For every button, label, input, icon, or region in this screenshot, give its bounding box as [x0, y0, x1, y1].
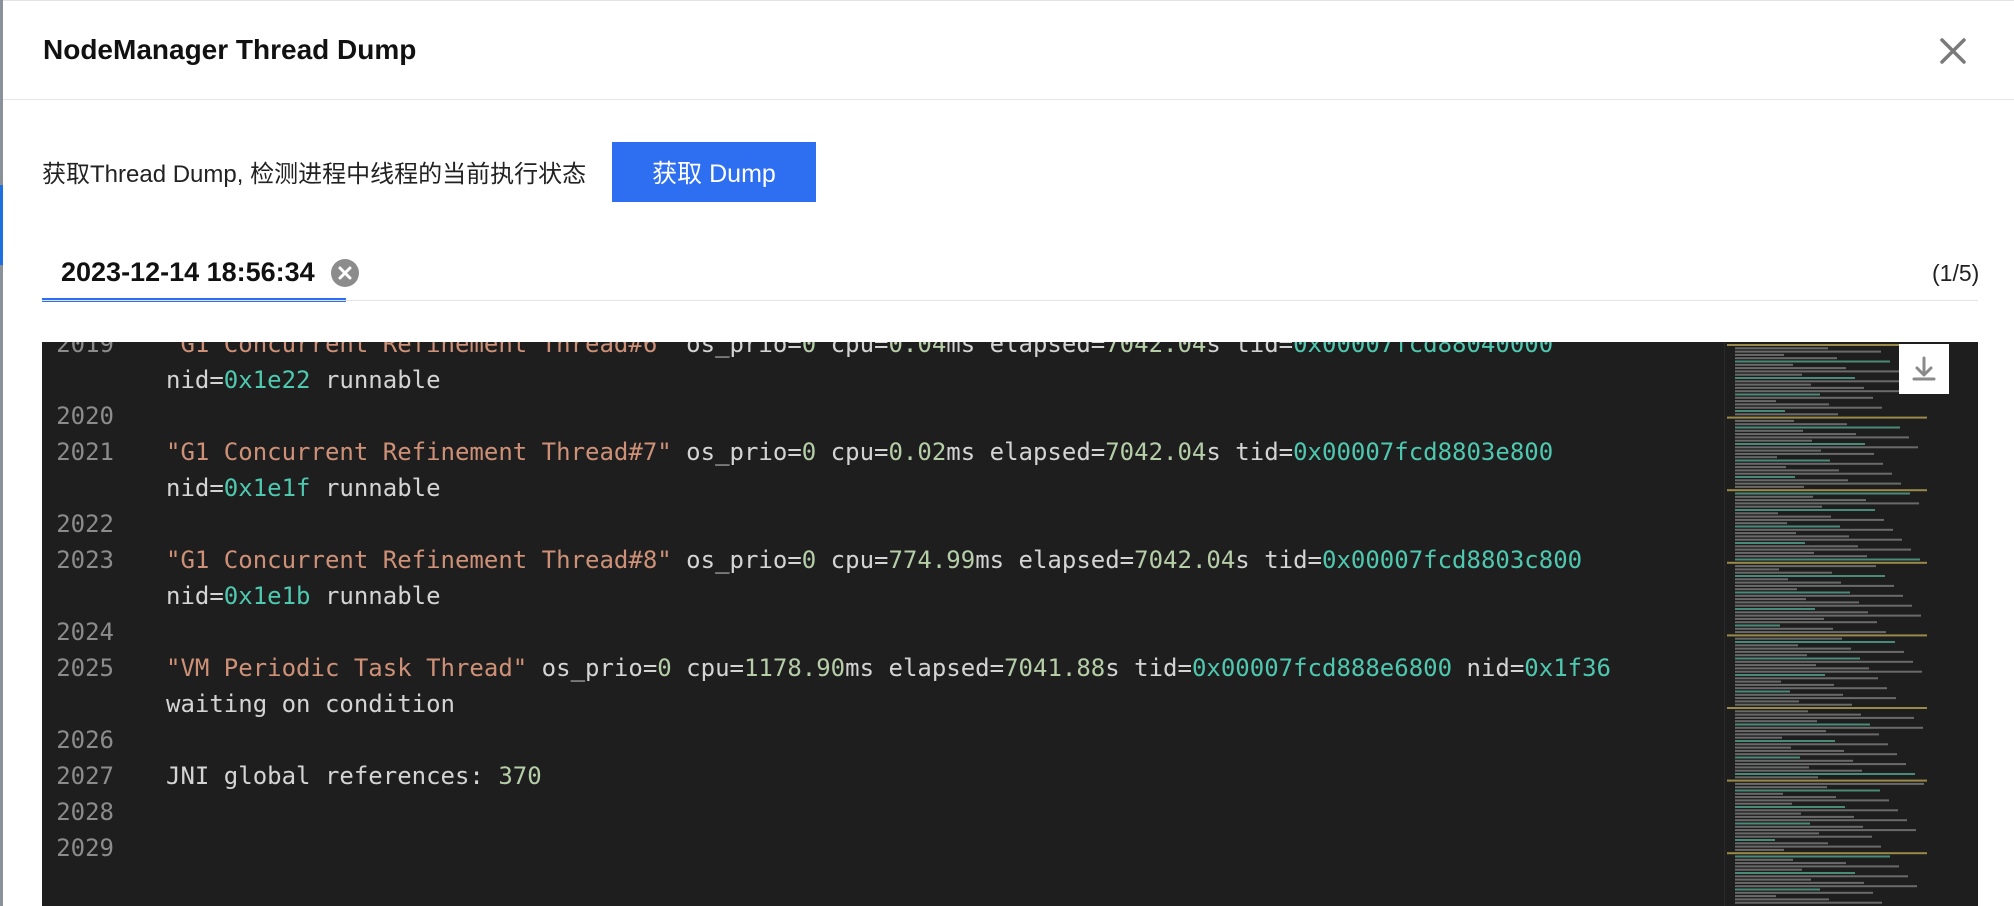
download-icon[interactable] [1899, 344, 1949, 394]
code-token: runnable [310, 582, 441, 610]
code-token: 7041.88 [1004, 654, 1106, 682]
code-token: nid= [166, 366, 224, 394]
code-token: 0.04 [888, 342, 947, 358]
line-number: 2020 [56, 402, 114, 430]
code-token: 0x00007fcd888e6800 [1191, 654, 1453, 682]
code-token: 370 [498, 762, 542, 790]
line-number: 2022 [56, 510, 114, 538]
code-token: "VM Periodic Task Thread" [166, 654, 528, 682]
code-token: 0x1e1f [223, 474, 311, 502]
code-token: s tid= [1206, 438, 1294, 466]
get-dump-button[interactable]: 获取 Dump [612, 142, 816, 202]
code-token: ms elapsed= [845, 654, 1005, 682]
code-token: s tid= [1235, 546, 1322, 574]
code-token: "G1 Concurrent Refinement Thread#6" [166, 342, 672, 358]
dialog-title: NodeManager Thread Dump [43, 34, 417, 65]
code-token: 0 [801, 438, 817, 466]
code-token: 0x00007fcd8803c800 [1322, 546, 1583, 574]
code-token: cpu= [816, 342, 889, 358]
code-token: "G1 Concurrent Refinement Thread#8" [166, 546, 672, 574]
line-number: 2019 [56, 342, 114, 358]
line-number: 2021 [56, 438, 114, 466]
code-token: 0x1f36 [1524, 654, 1611, 682]
clear-circle-icon[interactable] [330, 258, 360, 288]
dump-page-counter: (1/5) [1932, 260, 1980, 286]
code-token: 7042.04 [1105, 342, 1207, 358]
code-token: ms elapsed= [946, 438, 1106, 466]
line-text: nid=0x1e22 runnable [166, 362, 441, 398]
code-token: 0 [801, 546, 817, 574]
code-token: 0x00007fcd88040000 [1293, 342, 1554, 358]
code-token: nid= [166, 474, 224, 502]
line-text: JNI global references: 370 [166, 758, 542, 794]
left-edge-accent [0, 185, 3, 265]
tab-dump-2023-12-14[interactable]: 2023-12-14 18:56:34 [42, 250, 359, 302]
close-icon[interactable] [1935, 33, 1971, 69]
code-token: 774.99 [888, 546, 976, 574]
line-number: 2023 [56, 546, 114, 574]
line-text: nid=0x1e1f runnable [166, 470, 441, 506]
code-token: os_prio= [527, 654, 658, 682]
line-number: 2029 [56, 834, 114, 862]
code-token: nid= [1452, 654, 1525, 682]
code-token: 1178.90 [743, 654, 846, 682]
code-token: waiting on condition [166, 690, 455, 718]
code-token: JNI global references: [166, 762, 499, 790]
line-text: "G1 Concurrent Refinement Thread#6" os_p… [166, 342, 1553, 362]
code-editor[interactable]: 2019 "G1 Concurrent Refinement Thread#6" … [42, 342, 1978, 906]
code-token: cpu= [816, 438, 889, 466]
code-token: 0 [657, 654, 672, 682]
line-number: 2028 [56, 798, 114, 826]
line-number: 2027 [56, 762, 114, 790]
code-token: 0x1e22 [223, 366, 311, 394]
code-token: 0.02 [888, 438, 947, 466]
code-token: ms elapsed= [946, 342, 1106, 358]
code-token: cpu= [671, 654, 744, 682]
code-token: s tid= [1105, 654, 1192, 682]
code-token: runnable [310, 474, 441, 502]
line-number: 2026 [56, 726, 114, 754]
code-token: 7042.04 [1105, 438, 1207, 466]
minimap-preview [1727, 344, 1927, 904]
code-token: 0 [801, 342, 817, 358]
code-token: "G1 Concurrent Refinement Thread#7" [166, 438, 672, 466]
line-text: "G1 Concurrent Refinement Thread#7" os_p… [166, 434, 1553, 470]
tabs-divider [42, 300, 1978, 301]
line-text: waiting on condition [166, 686, 455, 722]
code-token: s tid= [1206, 342, 1294, 358]
line-number: 2025 [56, 654, 114, 682]
code-token: 0x1e1b [223, 582, 311, 610]
dialog-header: NodeManager Thread Dump [3, 0, 2014, 100]
line-text: "G1 Concurrent Refinement Thread#8" os_p… [166, 542, 1582, 578]
code-token: os_prio= [671, 546, 802, 574]
line-text: nid=0x1e1b runnable [166, 578, 441, 614]
code-token: os_prio= [671, 342, 802, 358]
tab-label: 2023-12-14 18:56:34 [61, 257, 315, 287]
code-token: nid= [166, 582, 224, 610]
code-token: os_prio= [671, 438, 802, 466]
code-token: 0x00007fcd8803e800 [1293, 438, 1554, 466]
line-number: 2024 [56, 618, 114, 646]
line-text: "VM Periodic Task Thread" os_prio=0 cpu=… [166, 650, 1611, 686]
code-token: ms elapsed= [975, 546, 1135, 574]
left-edge-strip [0, 0, 3, 906]
code-token: runnable [310, 366, 441, 394]
dump-description: 获取Thread Dump, 检测进程中线程的当前执行状态 [42, 161, 587, 188]
code-token: cpu= [816, 546, 889, 574]
editor-minimap[interactable] [1724, 342, 1978, 906]
code-token: 7042.04 [1134, 546, 1236, 574]
